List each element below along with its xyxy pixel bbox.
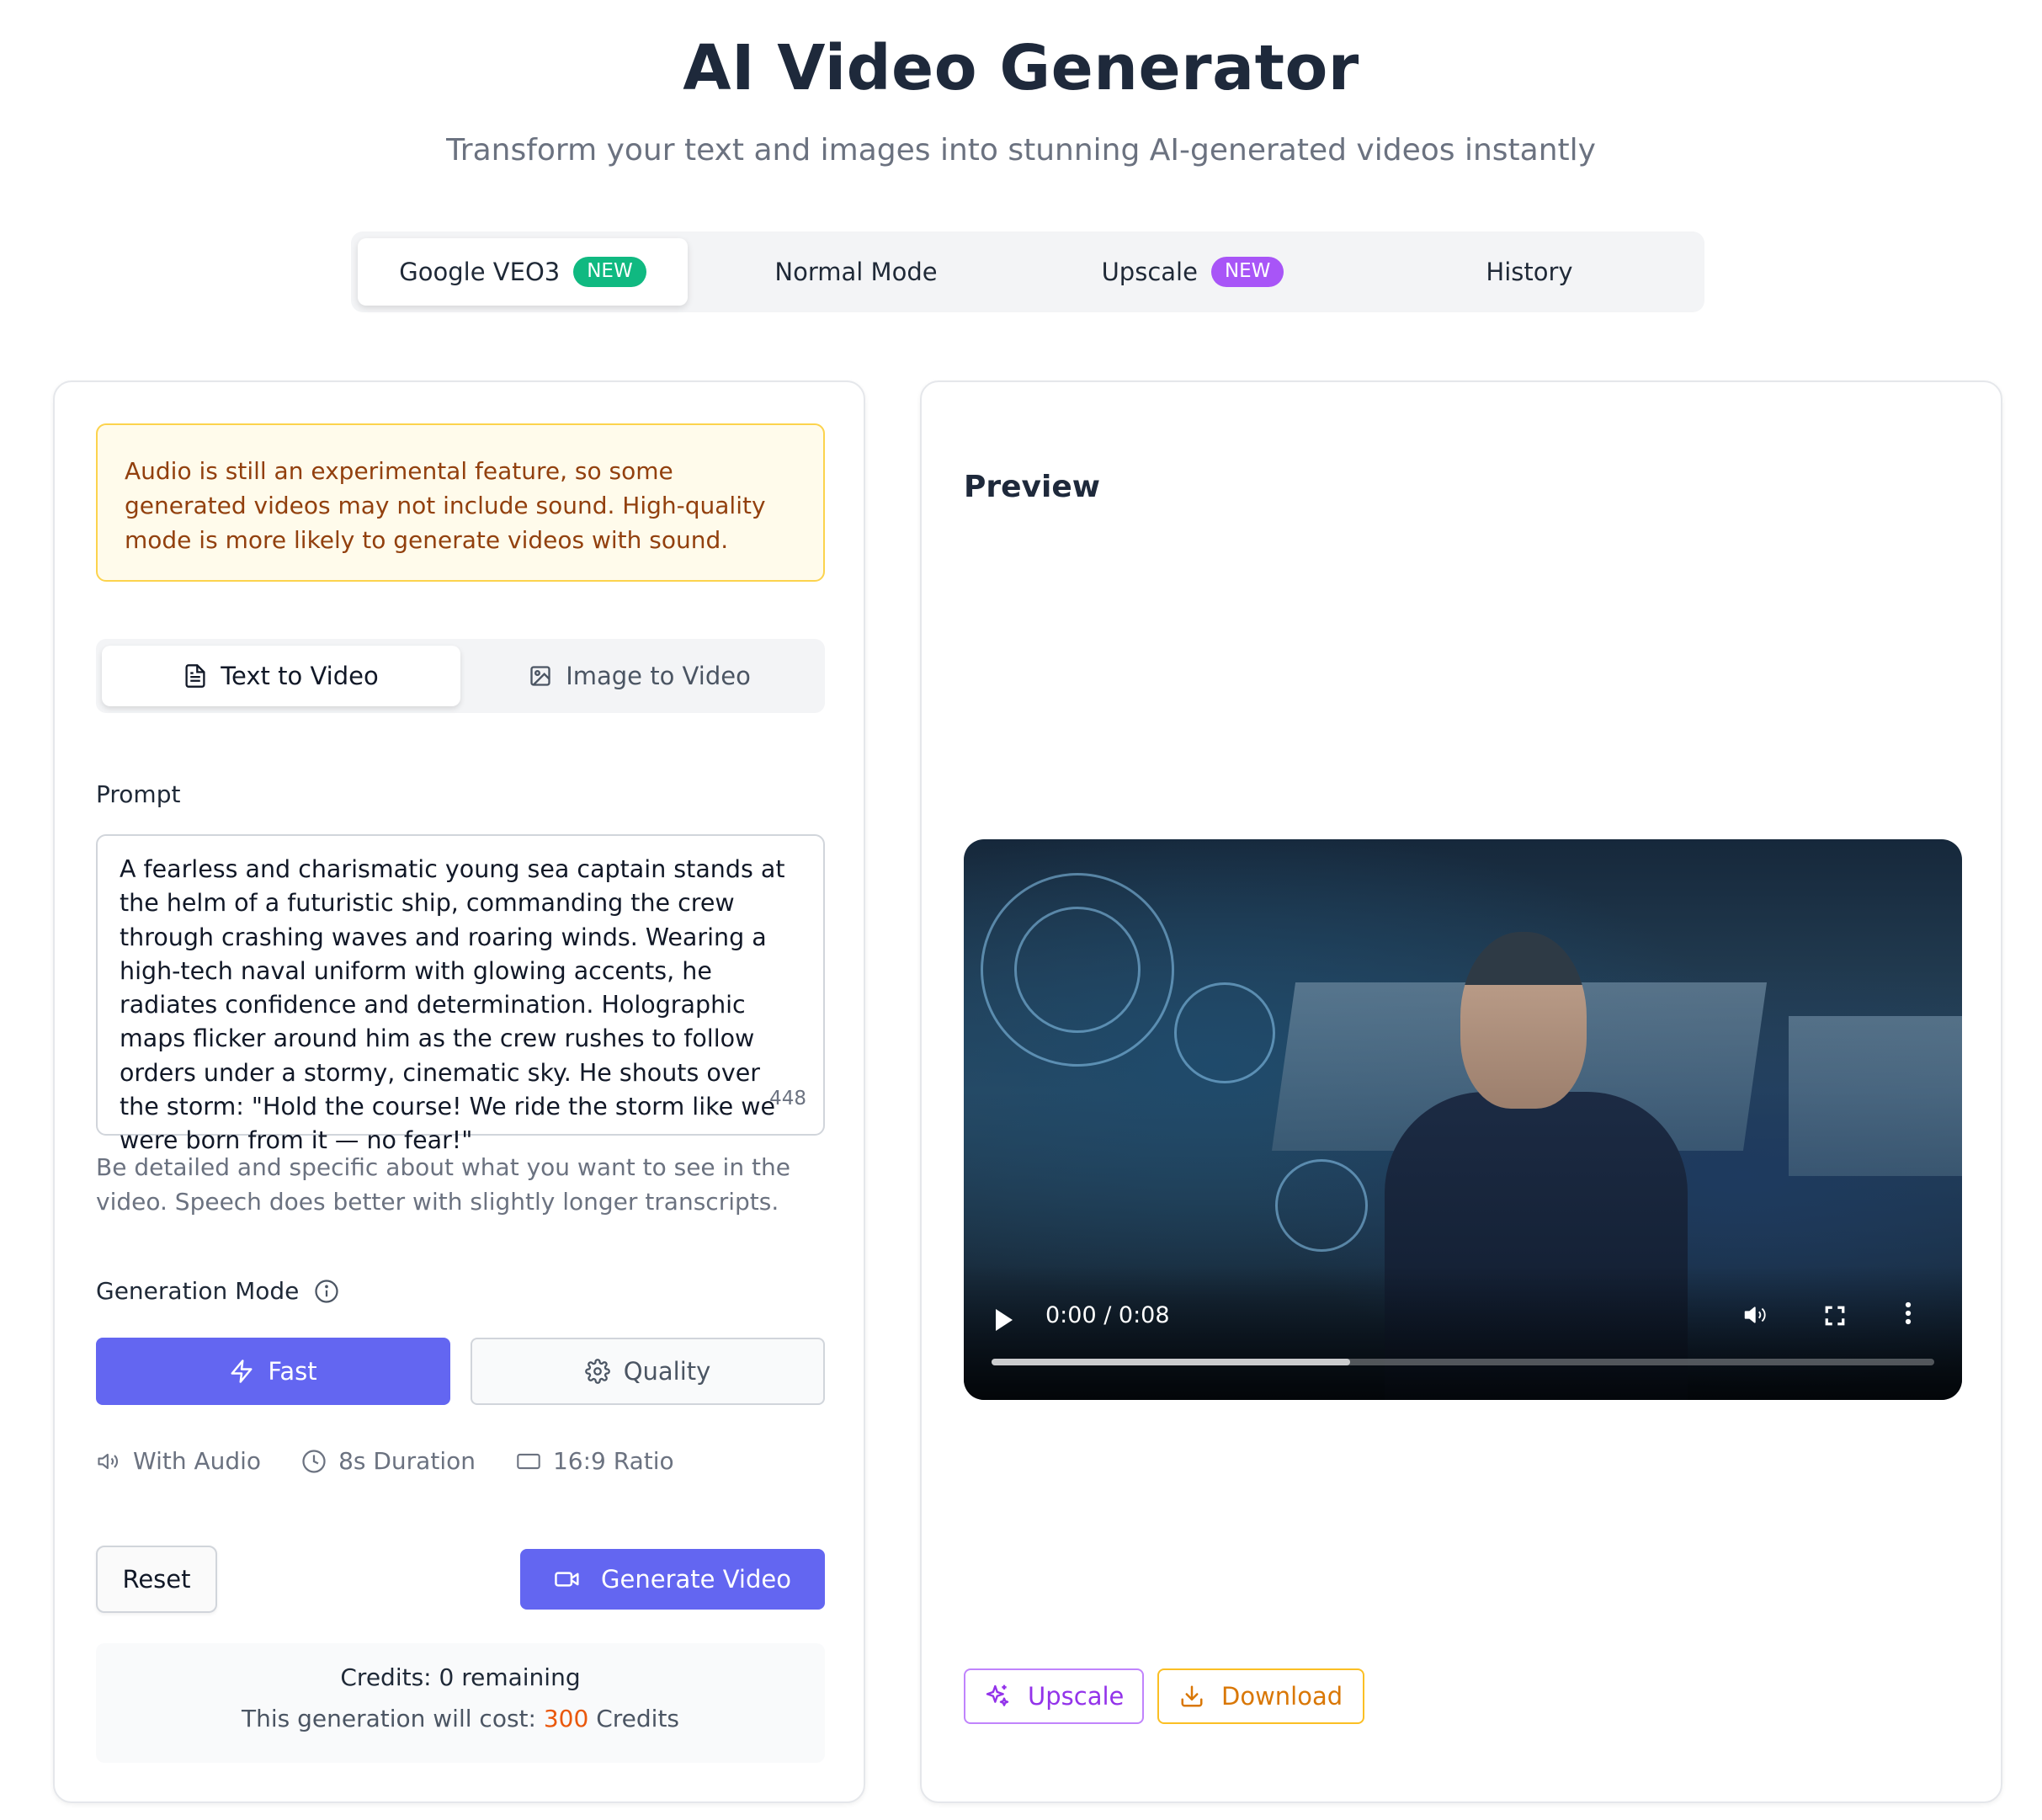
duration-label: 8s Duration [338, 1447, 476, 1475]
main-tabs: Google VEO3 NEW Normal Mode Upscale NEW … [351, 231, 1704, 312]
video-time: 0:00 / 0:08 [1045, 1302, 1170, 1328]
video-controls-shade [964, 1265, 1962, 1400]
quality-label: Quality [623, 1357, 711, 1386]
fullscreen-icon[interactable] [1824, 1305, 1846, 1327]
tab-label: Upscale [1101, 258, 1198, 286]
generate-video-button[interactable]: Generate Video [520, 1549, 825, 1610]
tab-normal-mode[interactable]: Normal Mode [688, 238, 1024, 306]
page-title: AI Video Generator [683, 32, 1359, 104]
spec-duration: 8s Duration [301, 1447, 476, 1475]
sparkles-icon [984, 1683, 1011, 1710]
generate-label: Generate Video [601, 1565, 791, 1594]
ratio-icon [516, 1452, 541, 1471]
image-icon [529, 664, 552, 688]
generation-specs: With Audio 8s Duration 16:9 Ratio [96, 1447, 674, 1475]
generation-mode-label: Generation Mode [96, 1277, 339, 1305]
cost-value: 300 [543, 1705, 589, 1732]
tab-history[interactable]: History [1361, 238, 1698, 306]
cost-prefix: This generation will cost: [241, 1705, 536, 1732]
preview-card: Preview 0:00 / 0:08 Upscale Download [920, 380, 2002, 1803]
video-player[interactable]: 0:00 / 0:08 [964, 839, 1962, 1400]
video-scene-hologram [1014, 907, 1141, 1033]
video-scene-hologram [1174, 982, 1275, 1083]
generator-form-card: Audio is still an experimental feature, … [53, 380, 865, 1803]
prompt-helper-text: Be detailed and specific about what you … [96, 1153, 790, 1216]
text-to-video-button[interactable]: Text to Video [102, 646, 460, 706]
video-scene-window [1789, 1016, 1962, 1176]
spec-audio: With Audio [96, 1447, 261, 1475]
play-icon[interactable] [996, 1309, 1013, 1331]
quality-mode-button[interactable]: Quality [471, 1338, 825, 1405]
ratio-label: 16:9 Ratio [552, 1447, 674, 1475]
prompt-text: A fearless and charismatic young sea cap… [120, 855, 785, 1155]
audio-label: With Audio [133, 1447, 262, 1475]
prompt-label: Prompt [96, 780, 181, 808]
credits-cost: This generation will cost: 300 Credits [96, 1705, 825, 1732]
speaker-icon [96, 1450, 121, 1473]
tab-google-veo3[interactable]: Google VEO3 NEW [358, 238, 688, 306]
fast-label: Fast [268, 1357, 317, 1386]
new-badge: NEW [1210, 257, 1284, 287]
char-count: 448 [769, 1087, 806, 1110]
audio-warning: Audio is still an experimental feature, … [96, 423, 825, 582]
prompt-textarea[interactable]: A fearless and charismatic young sea cap… [96, 834, 825, 1154]
tab-label: History [1486, 258, 1573, 286]
upscale-label: Upscale [1028, 1682, 1125, 1711]
reset-button[interactable]: Reset [96, 1546, 217, 1613]
credits-panel: Credits: 0 remaining This generation wil… [96, 1643, 825, 1763]
image-to-video-button[interactable]: Image to Video [460, 646, 819, 706]
fast-mode-button[interactable]: Fast [96, 1338, 450, 1405]
tab-label: Google VEO3 [399, 258, 561, 286]
page-subtitle: Transform your text and images into stun… [446, 133, 1596, 168]
download-button[interactable]: Download [1157, 1668, 1365, 1724]
download-label: Download [1221, 1682, 1343, 1711]
upscale-button[interactable]: Upscale [964, 1668, 1145, 1724]
video-scene-figure [1460, 932, 1587, 1109]
video-camera-icon [554, 1568, 581, 1590]
new-badge: NEW [573, 257, 646, 287]
image-to-video-label: Image to Video [566, 662, 751, 690]
generation-mode-text: Generation Mode [96, 1277, 300, 1305]
volume-icon[interactable] [1742, 1302, 1769, 1328]
info-icon[interactable] [314, 1279, 339, 1304]
text-to-video-label: Text to Video [221, 662, 379, 690]
more-options-icon[interactable] [1904, 1301, 1912, 1326]
preview-title: Preview [964, 470, 1101, 504]
input-mode-switch: Text to Video Image to Video [96, 639, 825, 713]
tab-label: Normal Mode [774, 258, 938, 286]
gear-icon [584, 1359, 610, 1384]
cost-suffix: Credits [596, 1705, 680, 1732]
lightning-icon [229, 1359, 254, 1384]
document-icon [183, 663, 207, 689]
spec-ratio: 16:9 Ratio [516, 1447, 674, 1475]
video-progress-fill [992, 1359, 1350, 1365]
download-icon [1179, 1684, 1204, 1709]
tab-upscale[interactable]: Upscale NEW [1024, 238, 1361, 306]
video-scene-hologram [1275, 1159, 1368, 1252]
credits-remaining: Credits: 0 remaining [340, 1663, 581, 1691]
clock-icon [301, 1449, 327, 1474]
video-progress-bar[interactable] [992, 1359, 1934, 1365]
